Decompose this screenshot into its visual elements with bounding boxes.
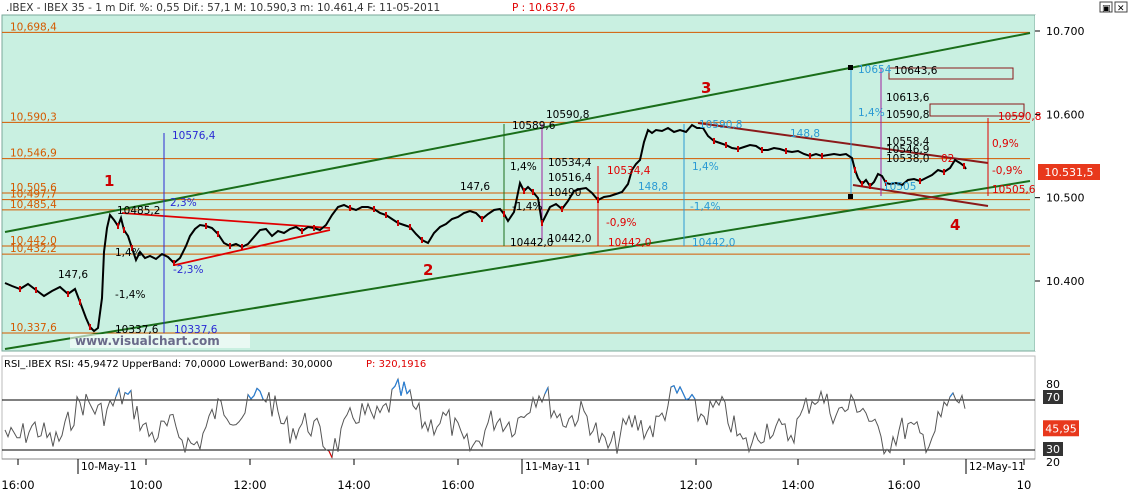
current-price-label: 10.531,5 [1045, 166, 1094, 179]
x-tick-label: 12:00 [679, 478, 712, 492]
annotation-label: 10534,4 [607, 165, 651, 177]
annotation-label: 10538,0 [886, 153, 929, 165]
annotation-label: 10643,6 [894, 65, 938, 77]
level-label: 10,546,9 [10, 148, 57, 160]
y-tick-label: 10.400 [1046, 275, 1085, 288]
annotation-label: 10505,6 [992, 184, 1036, 196]
annotation-label: 10442,0 [548, 233, 591, 245]
annotation-label: -1,4% [115, 289, 145, 301]
annotation-label: 10516,4 [548, 172, 592, 184]
rsi-tick-label: 30 [1046, 443, 1060, 456]
level-label: 10,590,3 [10, 111, 57, 123]
rsi-current-label: 45,95 [1045, 422, 1077, 435]
annotation-label: 2,3% [170, 197, 197, 209]
wave-label: 4 [950, 216, 960, 234]
close-icon: ✕ [1117, 4, 1125, 14]
annotation-label: 0,9% [992, 138, 1019, 150]
rsi-panel-bg [1, 355, 1036, 460]
annotation-label: 10590,8 [886, 109, 929, 121]
annotation-label: 10590,8 [699, 119, 742, 131]
y-tick-label: 10.700 [1046, 25, 1085, 38]
x-tick-label: 16:00 [887, 478, 920, 492]
date-label: 11-May-11 [525, 461, 581, 473]
annotation-label: 10442,0 [510, 237, 553, 249]
time-axis: 16:00 10:00 12:00 14:00 16:00 10:00 12:00 14:00… [1, 459, 1031, 492]
annotation-label: 147,6 [58, 269, 88, 281]
x-tick-label: 16:00 [1, 478, 34, 492]
x-tick-label: 10 [1017, 478, 1032, 492]
annotation-label: 10485,2 [117, 205, 160, 217]
annotation-label: 02 [941, 153, 954, 165]
x-tick-label: 16:00 [441, 478, 474, 492]
wave-label: 1 [104, 172, 114, 190]
instrument-header: .IBEX - IBEX 35 - 1 m Dif. %: 0,55 Dif.:… [6, 2, 440, 14]
pivot-marker-bottom [848, 194, 853, 199]
restore-icon: ▣ [1102, 4, 1111, 14]
annotation-label: 10505 [883, 181, 916, 193]
level-label: 10,432,2 [10, 243, 57, 255]
annotation-label: 10442,0 [608, 237, 651, 249]
annotation-label: -2,3% [173, 264, 203, 276]
annotation-label: 10613,6 [886, 92, 930, 104]
x-tick-label: 14:00 [337, 478, 370, 492]
rsi-last: P: 320,1916 [366, 359, 426, 370]
annotation-label: 10589,6 [512, 120, 556, 132]
wave-label: 2 [423, 261, 433, 279]
annotation-label: 10534,4 [548, 157, 592, 169]
annotation-label: -0,9% [606, 217, 636, 229]
x-tick-label: 14:00 [781, 478, 814, 492]
rsi-header: RSI_.IBEX RSI: 45,9472 UpperBand: 70,000… [4, 359, 332, 370]
rsi-axis: 8070 3020 45,95 [1043, 378, 1079, 469]
date-label: 12-May-11 [969, 461, 1025, 473]
annotation-label: 10654 [858, 64, 892, 76]
x-tick-label: 10:00 [129, 478, 162, 492]
annotation-label: 1,4% [115, 247, 142, 259]
annotation-label: 1,4% [858, 107, 885, 119]
annotation-label: -1,4% [512, 201, 542, 213]
annotation-label: 10590,8 [998, 111, 1041, 123]
ibex-chart[interactable]: .IBEX - IBEX 35 - 1 m Dif. %: 0,55 Dif.:… [0, 0, 1132, 495]
last-price-header: P : 10.637,6 [512, 2, 576, 14]
rsi-tick-label: 80 [1046, 378, 1060, 391]
date-label: 10-May-11 [81, 461, 137, 473]
annotation-label: 10590,8 [546, 109, 589, 121]
annotation-label: -1,4% [690, 201, 720, 213]
wave-label: 3 [701, 79, 711, 97]
annotation-label: 10490 [548, 187, 581, 199]
watermark: www.visualchart.com [75, 334, 220, 348]
x-tick-label: 10:00 [571, 478, 604, 492]
rsi-tick-label: 20 [1046, 456, 1060, 469]
annotation-label: -0,9% [992, 165, 1022, 177]
level-label: 10,698,4 [10, 21, 57, 33]
x-tick-label: 12:00 [233, 478, 266, 492]
annotation-label: 148,8 [790, 128, 820, 140]
level-label: 10,337,6 [10, 322, 57, 334]
rsi-tick-label: 70 [1046, 391, 1060, 404]
annotation-label: 10442,0 [692, 237, 735, 249]
annotation-label: 10576,4 [172, 130, 216, 142]
annotation-label: 1,4% [510, 161, 537, 173]
y-tick-label: 10.600 [1046, 108, 1085, 121]
annotation-label: 147,6 [460, 181, 490, 193]
level-label: 10,485,4 [10, 199, 57, 211]
pivot-marker-top [848, 65, 853, 70]
price-axis-bg [1035, 15, 1132, 351]
annotation-label: 1,4% [692, 161, 719, 173]
y-tick-label: 10.500 [1046, 192, 1085, 205]
annotation-label: 148,8 [638, 181, 668, 193]
